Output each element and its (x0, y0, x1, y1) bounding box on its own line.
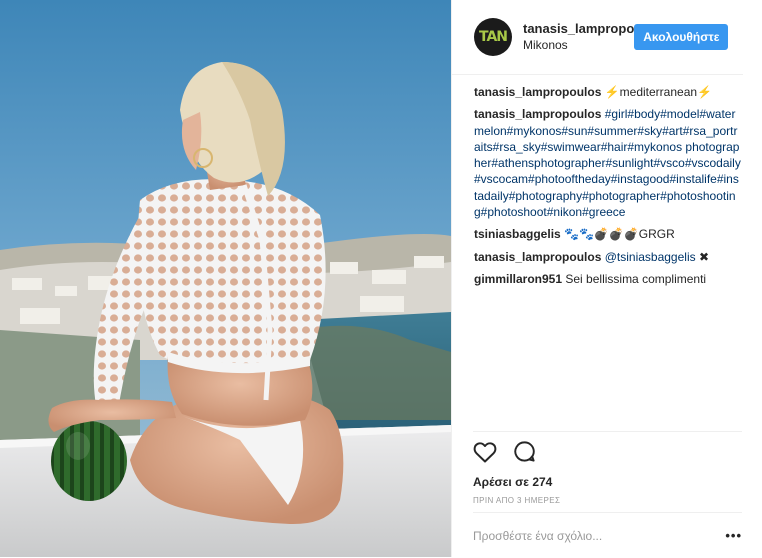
comment-list: tanasis_lampropoulos ⚡mediterranean⚡ tan… (452, 75, 762, 287)
like-count[interactable]: Αρέσει σε 274 (473, 475, 742, 489)
comment-input[interactable]: Προσθέστε ένα σχόλιο... (473, 529, 602, 543)
hashtag-text[interactable]: #girl#body#model#watermelon#mykonos#sun#… (474, 107, 741, 219)
instagram-post: TAN tanasis_lampropo Mikonos Ακολουθήστε… (0, 0, 762, 557)
post-location[interactable]: Mikonos (523, 37, 634, 54)
comment-suffix: ✖ (698, 249, 710, 264)
avatar-logo-text: TAN (478, 29, 508, 45)
comment-text: ⚡mediterranean⚡ (604, 85, 712, 99)
post-actions: Αρέσει σε 274 ΠΡΙΝ ΑΠΟ 3 ΗΜΕΡΕΣ (473, 431, 742, 505)
photo-illustration (0, 0, 451, 557)
comment-username[interactable]: tanasis_lampropoulos (474, 85, 601, 99)
comment-username[interactable]: tanasis_lampropoulos (474, 250, 601, 264)
comment-item: tanasis_lampropoulos @tsiniasbaggelis ✖ (474, 249, 742, 265)
mention-link[interactable]: @tsiniasbaggelis (605, 250, 696, 264)
follow-button[interactable]: Ακολουθήστε (634, 24, 729, 50)
action-icons (473, 441, 742, 467)
comment-username[interactable]: tanasis_lampropoulos (474, 107, 601, 121)
comment-item: tanasis_lampropoulos ⚡mediterranean⚡ (474, 84, 742, 100)
comment-item: tsiniasbaggelis 🐾🐾💣💣💣GRGR (474, 226, 742, 242)
comment-text: Sei bellissima complimenti (565, 271, 707, 286)
post-timestamp: ΠΡΙΝ ΑΠΟ 3 ΗΜΕΡΕΣ (473, 496, 561, 505)
post-sidebar: TAN tanasis_lampropo Mikonos Ακολουθήστε… (451, 0, 762, 557)
post-header: TAN tanasis_lampropo Mikonos Ακολουθήστε (452, 0, 743, 75)
add-comment-bar: Προσθέστε ένα σχόλιο... ••• (473, 512, 742, 558)
comment-item: gimmillaron951 Sei bellissima compliment… (474, 271, 742, 287)
comment-icon[interactable] (513, 440, 536, 468)
heart-icon[interactable] (473, 441, 497, 468)
author-info: tanasis_lampropo Mikonos (523, 20, 634, 54)
comment-username[interactable]: tsiniasbaggelis (474, 227, 561, 241)
comment-text: 🐾🐾💣💣💣GRGR (564, 227, 675, 242)
avatar[interactable]: TAN (474, 18, 512, 56)
author-username[interactable]: tanasis_lampropo (523, 20, 634, 37)
comment-username[interactable]: gimmillaron951 (474, 272, 562, 286)
more-options-icon[interactable]: ••• (725, 528, 742, 543)
post-photo[interactable] (0, 0, 451, 557)
comment-item: tanasis_lampropoulos #girl#body#model#wa… (474, 106, 742, 220)
